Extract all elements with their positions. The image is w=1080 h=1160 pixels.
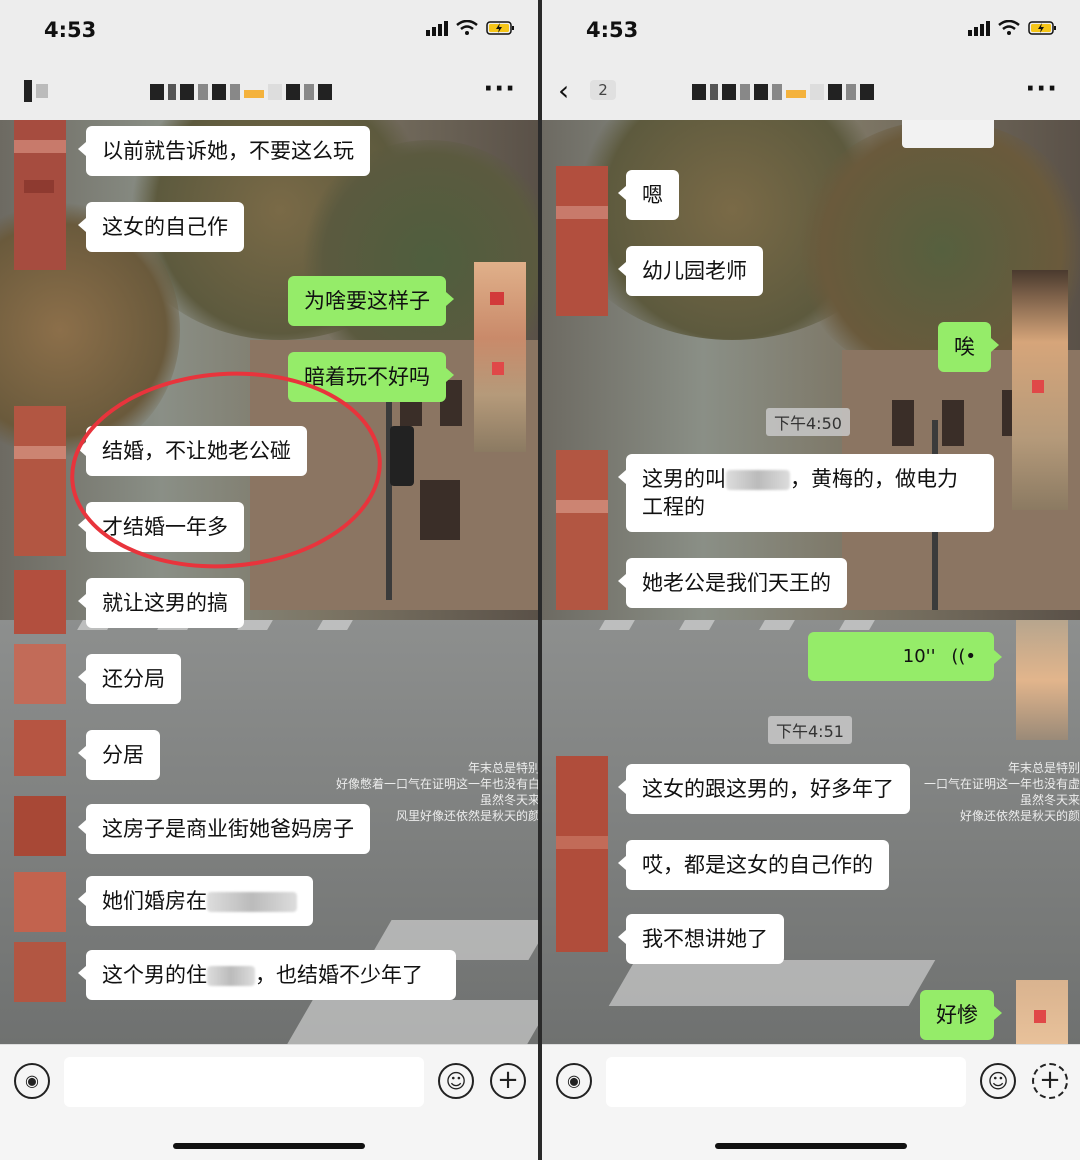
plus-icon: + [497, 1065, 519, 1095]
contact-avatar[interactable] [556, 756, 608, 952]
home-indicator [715, 1143, 907, 1149]
emoji-icon: ☺ [445, 1069, 467, 1093]
back-button[interactable] [24, 80, 54, 102]
my-avatar[interactable] [474, 262, 526, 452]
my-avatar[interactable] [1016, 980, 1068, 1044]
voice-input-button[interactable]: ◉ [14, 1063, 50, 1099]
message-bubble-sent[interactable]: 好惨 [920, 990, 1002, 1040]
signal-icon [968, 21, 990, 36]
message-bubble[interactable]: 哎，都是这女的自己作的 [618, 840, 889, 890]
unread-count-badge: 2 [590, 80, 616, 100]
emoji-button[interactable]: ☺ [980, 1063, 1016, 1099]
contact-avatar[interactable] [14, 796, 66, 856]
my-avatar[interactable] [1012, 270, 1068, 510]
contact-avatar[interactable] [14, 406, 66, 556]
emoji-icon: ☺ [987, 1069, 1009, 1093]
message-bubble[interactable]: 她老公是我们天王的 [618, 558, 847, 608]
contact-avatar[interactable] [14, 942, 66, 1002]
status-time: 4:53 [586, 18, 639, 42]
contact-avatar[interactable] [556, 450, 608, 610]
message-text: 她们婚房在 [102, 889, 207, 913]
contact-avatar[interactable] [14, 872, 66, 932]
message-timestamp: 下午4:51 [768, 716, 852, 744]
home-indicator [173, 1143, 365, 1149]
status-bar: 4:53 [0, 0, 538, 62]
wifi-icon [456, 20, 478, 35]
contact-avatar[interactable] [556, 166, 608, 316]
redacted-text [207, 892, 297, 912]
chat-header: ··· [0, 62, 538, 120]
message-bubble[interactable]: 还分局 [78, 654, 181, 704]
message-bubble[interactable]: 就让这男的搞 [78, 578, 244, 628]
background-watermark: 年末总是特别 一口气在证明这一年也没有虚 虽然冬天来 好像还依然是秋天的颜 [923, 761, 1080, 823]
message-text: 这个男的住 [102, 963, 207, 987]
voice-wave-icon: ((• [951, 646, 976, 667]
chat-area[interactable]: 年末总是特别 好像憋着一口气在证明这一年也没有白 虽然冬天来 风里好像还依然是秋… [0, 120, 538, 1044]
contact-avatar[interactable] [14, 720, 66, 776]
message-bubble[interactable]: 嗯 [618, 170, 679, 220]
system-icons [968, 20, 1058, 36]
message-input[interactable] [606, 1057, 966, 1107]
chat-header: ‹ 2 ··· [542, 62, 1080, 120]
floating-window[interactable] [902, 120, 994, 148]
voice-icon: ◉ [567, 1071, 581, 1090]
chat-title-redacted [150, 84, 332, 100]
battery-icon [486, 21, 514, 35]
message-timestamp: 下午4:50 [766, 408, 850, 436]
message-bubble[interactable]: 以前就告诉她，不要这么玩 [78, 126, 370, 176]
more-options-button[interactable]: ··· [483, 74, 516, 104]
wifi-icon [998, 20, 1020, 35]
message-bubble-sent[interactable]: 为啥要这样子 [288, 276, 454, 326]
message-bubble[interactable]: 我不想讲她了 [618, 914, 784, 964]
message-bubble[interactable]: 这房子是商业街她爸妈房子 [78, 804, 370, 854]
input-bar: ◉ ☺ + [542, 1044, 1080, 1160]
more-options-button[interactable]: ··· [1025, 74, 1058, 104]
right-screenshot: 4:53 ‹ 2 ··· 年末总是特别 一口气在证明这一年也没有虚 虽然冬天来 … [542, 0, 1080, 1160]
message-input[interactable] [64, 1057, 424, 1107]
message-text: 这男的叫 [642, 467, 726, 491]
chat-area[interactable]: 年末总是特别 一口气在证明这一年也没有虚 虽然冬天来 好像还依然是秋天的颜 嗯 … [542, 120, 1080, 1044]
redacted-text [207, 966, 255, 986]
system-icons [426, 20, 516, 36]
more-actions-button[interactable]: + [1032, 1063, 1068, 1099]
message-bubble[interactable]: 这女的跟这男的，好多年了 [618, 764, 910, 814]
contact-avatar[interactable] [14, 570, 66, 634]
message-bubble[interactable]: 这女的自己作 [78, 202, 244, 252]
contact-avatar[interactable] [14, 120, 66, 270]
message-bubble[interactable]: 幼儿园老师 [618, 246, 763, 296]
input-bar: ◉ ☺ + [0, 1044, 538, 1160]
contact-avatar[interactable] [14, 644, 66, 704]
signal-icon [426, 21, 448, 36]
message-bubble[interactable]: 她们婚房在 [78, 876, 313, 926]
message-bubble-sent[interactable]: 唉 [938, 322, 999, 372]
voice-duration: 10'' [902, 646, 936, 667]
battery-icon [1028, 21, 1056, 35]
voice-input-button[interactable]: ◉ [556, 1063, 592, 1099]
message-bubble[interactable]: 这个男的住 ，也结婚不少年了 [78, 950, 456, 1000]
redacted-text [726, 470, 790, 490]
status-time: 4:53 [44, 18, 97, 42]
chat-title-redacted [692, 84, 874, 100]
voice-message[interactable]: 10'' ((• [808, 632, 1002, 681]
my-avatar[interactable] [1016, 620, 1068, 740]
emoji-button[interactable]: ☺ [438, 1063, 474, 1099]
message-bubble[interactable]: 这男的叫 ，黄梅的，做电力工程的 [618, 454, 994, 532]
message-text: ，也结婚不少年了 [255, 963, 423, 987]
voice-icon: ◉ [25, 1071, 39, 1090]
more-actions-button[interactable]: + [490, 1063, 526, 1099]
status-bar: 4:53 [542, 0, 1080, 62]
message-bubble[interactable]: 分居 [78, 730, 160, 780]
left-screenshot: 4:53 ··· 年末总是特别 好像憋着一口气在证明这一年也没有白 虽然冬天来 … [0, 0, 538, 1160]
back-button[interactable]: ‹ [558, 74, 569, 107]
plus-icon: + [1039, 1065, 1061, 1095]
